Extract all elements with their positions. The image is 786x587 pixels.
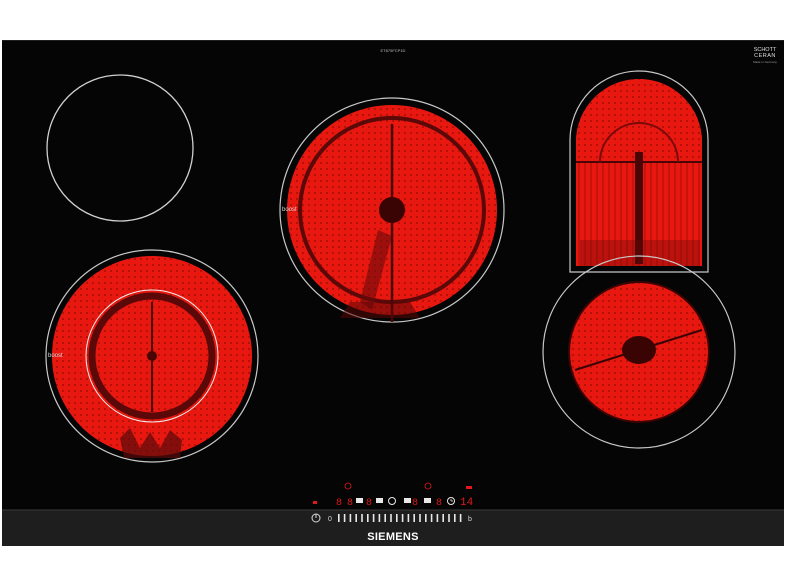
glass-sub: Made in Germany <box>753 60 777 64</box>
slider-tick[interactable] <box>355 514 357 522</box>
model-code: ET875FCP1D <box>381 48 406 53</box>
slider-tick[interactable] <box>372 514 375 522</box>
zone-digit-1: 8 <box>336 498 342 509</box>
zone-indicator-3 <box>466 486 472 489</box>
slider-tick[interactable] <box>430 514 433 522</box>
slider-tick[interactable] <box>436 514 439 522</box>
slider-tick[interactable] <box>361 514 363 522</box>
slider-tick[interactable] <box>343 514 346 522</box>
slider-tick[interactable] <box>448 514 450 522</box>
boost-label-front-left: boost <box>48 353 63 359</box>
slider-tick[interactable] <box>459 514 462 522</box>
slider-tick[interactable] <box>407 514 410 522</box>
slider-tick[interactable] <box>396 514 398 522</box>
slider-tick[interactable] <box>367 514 369 522</box>
cooktop-surface: ET875FCP1D SCHOTT CERAN Made in Germany … <box>2 40 784 546</box>
slider-start-label: 0 <box>328 516 332 523</box>
slider-tick[interactable] <box>401 514 404 522</box>
slider-tick[interactable] <box>338 514 340 522</box>
slider-end-label: b <box>468 516 472 523</box>
slider-tick[interactable] <box>419 514 421 522</box>
zone-select-icon-3[interactable] <box>404 498 411 503</box>
brand-logo: SIEMENS <box>367 531 419 543</box>
zone-digit-2: 8 <box>347 498 353 509</box>
power-indicator <box>313 501 317 504</box>
zone-digit-5: 8 <box>436 498 442 509</box>
slider-tick[interactable] <box>425 514 427 522</box>
timer-value: 14 <box>460 497 474 509</box>
slider-tick[interactable] <box>454 514 456 522</box>
slider-tick[interactable] <box>413 514 415 522</box>
zone-select-icon-1[interactable] <box>356 498 363 503</box>
slider-tick[interactable] <box>378 514 381 522</box>
zone-select-icon-4[interactable] <box>424 498 431 503</box>
glass-brand-line2: CERAN <box>754 53 776 59</box>
zone-digit-3: 8 <box>366 498 372 509</box>
slider-tick[interactable] <box>390 514 392 522</box>
slider-tick[interactable] <box>349 514 352 522</box>
slider-tick[interactable] <box>384 514 386 522</box>
boost-label-center: boost <box>282 207 297 213</box>
slider-tick[interactable] <box>442 514 444 522</box>
zone-select-icon-2[interactable] <box>376 498 383 503</box>
zone-digit-4: 8 <box>412 498 418 509</box>
